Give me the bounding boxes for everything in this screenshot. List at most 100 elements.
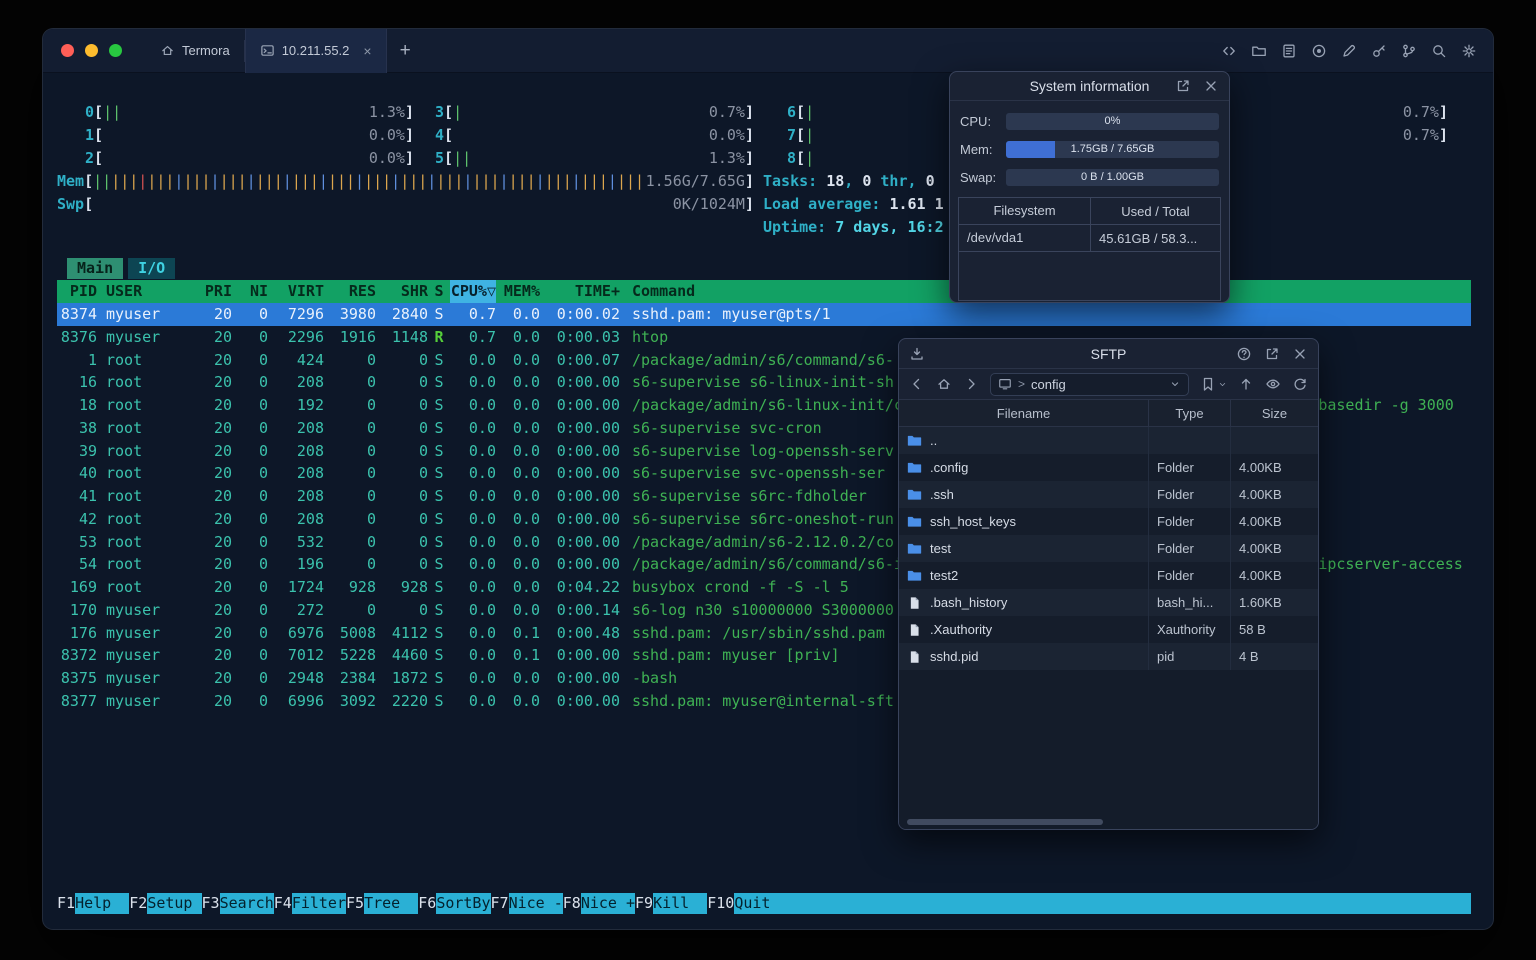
folder-icon[interactable] <box>1251 43 1267 59</box>
file-name: .ssh <box>930 487 954 502</box>
column-header-virt[interactable]: VIRT <box>268 280 324 303</box>
column-header-ni[interactable]: NI <box>232 280 268 303</box>
close-icon[interactable] <box>1292 346 1308 362</box>
folder-icon <box>907 460 922 475</box>
pencil-icon[interactable] <box>1341 43 1357 59</box>
fn-f10-button[interactable]: Quit <box>734 893 789 914</box>
branch-icon[interactable] <box>1401 43 1417 59</box>
fn-f3-button[interactable]: Search <box>219 893 274 914</box>
sftp-file-row[interactable]: .Xauthority Xauthority 58 B <box>899 616 1318 643</box>
file-icon <box>907 596 922 610</box>
column-header-s[interactable]: S <box>428 280 450 303</box>
fn-f9-button[interactable]: Kill <box>653 893 708 914</box>
file-type: Folder <box>1149 454 1231 481</box>
close-icon[interactable] <box>1203 78 1219 94</box>
fs-column-header: Used / Total <box>1121 203 1190 219</box>
minimize-window-button[interactable] <box>85 44 98 57</box>
open-in-window-icon[interactable] <box>1175 78 1191 94</box>
file-type: Folder <box>1149 535 1231 562</box>
download-icon[interactable] <box>909 346 925 362</box>
new-tab-button[interactable]: + <box>400 41 411 60</box>
column-header-user[interactable]: USER <box>97 280 192 303</box>
horizontal-scrollbar[interactable] <box>907 819 1103 825</box>
fn-f2-button[interactable]: Setup <box>147 893 202 914</box>
chevron-down-icon[interactable] <box>1169 378 1181 390</box>
column-header-res[interactable]: RES <box>324 280 376 303</box>
sftp-file-row[interactable]: sshd.pid pid 4 B <box>899 643 1318 670</box>
bookmark-icon[interactable] <box>1200 376 1216 392</box>
zoom-window-button[interactable] <box>109 44 122 57</box>
fn-f6-button[interactable]: SortBy <box>436 893 491 914</box>
show-hidden-eye-icon[interactable] <box>1265 376 1281 392</box>
sftp-file-row[interactable]: .ssh Folder 4.00KB <box>899 481 1318 508</box>
fn-key-f9: F9 <box>635 894 654 912</box>
tab-host[interactable]: 10.211.55.2 × <box>244 29 387 73</box>
fn-f5-button[interactable]: Tree <box>364 893 419 914</box>
file-name: ssh_host_keys <box>930 514 1016 529</box>
system-information-panel: System information CPU: 0% Mem: 1.75GB / 7.… <box>949 71 1230 303</box>
code-icon[interactable] <box>1221 43 1237 59</box>
tab-io[interactable]: I/O <box>128 258 176 279</box>
sftp-file-row[interactable]: test2 Folder 4.00KB <box>899 562 1318 589</box>
filesystem-table-body: /dev/vda1 45.61GB / 58.3... <box>959 225 1220 252</box>
path-breadcrumb[interactable]: > config <box>990 372 1189 396</box>
fn-f8-button[interactable]: Nice + <box>580 893 635 914</box>
upload-icon[interactable] <box>1238 376 1254 392</box>
file-type: Folder <box>1149 562 1231 589</box>
file-size: 4.00KB <box>1239 460 1282 475</box>
settings-gear-icon[interactable] <box>1461 43 1477 59</box>
column-header-time[interactable]: TIME+ <box>540 280 620 303</box>
home-icon[interactable] <box>936 376 952 392</box>
record-icon[interactable] <box>1311 43 1327 59</box>
tab-termora-label: Termora <box>182 43 230 58</box>
close-tab-icon[interactable]: × <box>363 43 371 59</box>
file-name: .config <box>930 460 969 475</box>
titlebar-toolbar <box>1221 29 1477 73</box>
htop-stat-line: Tasks: 18, 0 thr, 0 <box>763 172 935 190</box>
refresh-icon[interactable] <box>1292 376 1308 392</box>
sftp-file-row[interactable]: .bash_history bash_hi... 1.60KB <box>899 589 1318 616</box>
close-window-button[interactable] <box>61 44 74 57</box>
sftp-file-row[interactable]: test Folder 4.00KB <box>899 535 1318 562</box>
back-icon[interactable] <box>909 376 925 392</box>
key-icon[interactable] <box>1371 43 1387 59</box>
column-header-pid[interactable]: PID <box>57 280 97 303</box>
fn-key-f8: F8 <box>562 894 581 912</box>
sftp-column-size[interactable]: Size <box>1231 400 1318 426</box>
notes-icon[interactable] <box>1281 43 1297 59</box>
fn-f1-button[interactable]: Help <box>75 893 130 914</box>
sftp-file-row[interactable]: .config Folder 4.00KB <box>899 454 1318 481</box>
column-header-shr[interactable]: SHR <box>376 280 428 303</box>
process-row[interactable]: 8374 myuser 20 0 7296 3980 2840 S 0.7 0.0 0:00.02 s… <box>57 303 1471 326</box>
file-name: test2 <box>930 568 959 583</box>
window-titlebar[interactable]: Termora 10.211.55.2 × + <box>43 29 1493 73</box>
sftp-titlebar[interactable]: SFTP <box>899 339 1318 369</box>
fn-f7-button[interactable]: Nice - <box>508 893 563 914</box>
sftp-file-row[interactable]: .. <box>899 427 1318 454</box>
open-in-window-icon[interactable] <box>1264 346 1280 362</box>
forward-icon[interactable] <box>963 376 979 392</box>
folder-icon <box>907 514 922 529</box>
cpu-meter-1: 1[0.0%] <box>85 126 414 144</box>
sftp-file-row[interactable]: ssh_host_keys Folder 4.00KB <box>899 508 1318 535</box>
sysinfo-titlebar[interactable]: System information <box>950 72 1229 101</box>
column-header-pri[interactable]: PRI <box>192 280 232 303</box>
search-icon[interactable] <box>1431 43 1447 59</box>
sftp-column-type[interactable]: Type <box>1149 400 1231 426</box>
help-icon[interactable] <box>1236 346 1252 362</box>
file-type: bash_hi... <box>1149 589 1231 616</box>
fs-column-header: Filesystem <box>959 198 1091 224</box>
tab-termora[interactable]: Termora <box>146 29 244 73</box>
sftp-toolbar: > config <box>899 369 1318 399</box>
traffic-lights <box>61 44 122 57</box>
sysinfo-meter-swap: Swap: 0 B / 1.00GB <box>950 163 1229 191</box>
cpu-meter-5: 5[|| 1.3%] <box>435 149 754 167</box>
cpu-meter-4: 4[0.0%] <box>435 126 754 144</box>
tab-main[interactable]: Main <box>67 258 124 279</box>
caret-down-icon[interactable] <box>1218 380 1227 389</box>
sftp-column-filename[interactable]: Filename <box>899 400 1149 426</box>
fn-f4-button[interactable]: Filter <box>291 893 346 914</box>
function-key-bar: F1 Help F2 Setup F3 Search F4 Filter F5 Tree F6… <box>57 893 1471 914</box>
column-header-cpu[interactable]: CPU%▽ <box>450 280 496 303</box>
column-header-mem[interactable]: MEM% <box>496 280 540 303</box>
